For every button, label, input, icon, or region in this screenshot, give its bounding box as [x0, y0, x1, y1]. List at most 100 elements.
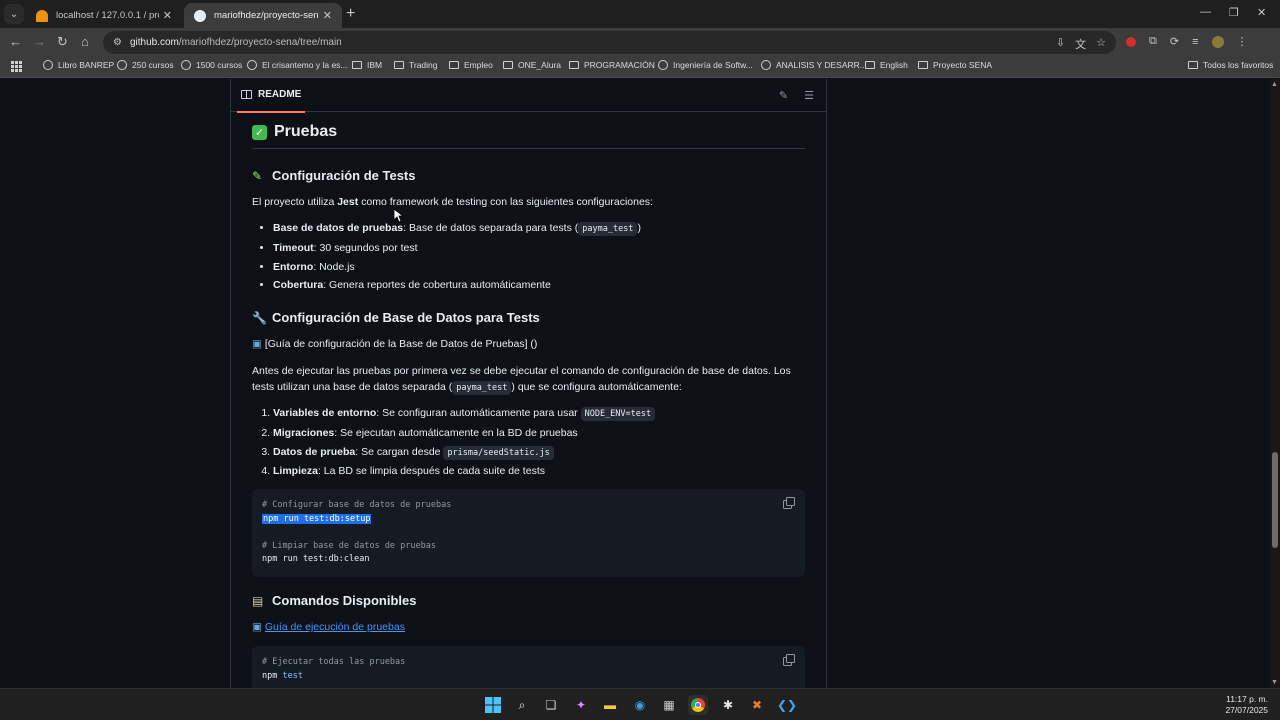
- xampp-icon[interactable]: ✖: [747, 695, 767, 715]
- tab-search-button[interactable]: ⌄: [4, 4, 24, 24]
- extension-red-icon[interactable]: [1126, 36, 1136, 47]
- clipboard-icon: ▤: [252, 593, 264, 608]
- copy-icon[interactable]: [783, 497, 795, 509]
- db-guide-text: ▣ [Guía de configuración de la Base de D…: [252, 338, 538, 350]
- list-item: Limpieza: La BD se limpia después de cad…: [273, 464, 655, 479]
- windows-start-icon[interactable]: [483, 695, 503, 715]
- edit-pencil-icon[interactable]: ✎: [779, 89, 788, 102]
- list-item: Entorno: Node.js: [273, 260, 641, 275]
- search-icon[interactable]: ⌕: [512, 695, 532, 715]
- copilot-icon[interactable]: ✦: [571, 695, 591, 715]
- windows-taskbar: ⌕ ❏ ✦ ▬ ◉ ▦ ✱ ✖ ❮❯ 11:17 p. m. 27/07/202…: [0, 688, 1280, 720]
- globe-icon: [117, 60, 127, 70]
- bookmark-item[interactable]: ANALISIS Y DESARR...: [761, 60, 867, 70]
- db-steps-list: Variables de entorno: Se configuran auto…: [273, 406, 656, 483]
- clock-time: 11:17 p. m.: [1226, 694, 1268, 704]
- folder-icon: [865, 61, 875, 69]
- wrench-icon: 🔧: [252, 310, 267, 325]
- vscode-icon[interactable]: ❮❯: [777, 695, 797, 715]
- readme-header: README ✎ ☰: [231, 79, 826, 113]
- mouse-cursor-icon: [393, 208, 403, 223]
- globe-icon: [247, 60, 257, 70]
- tab-localhost[interactable]: localhost / 127.0.0.1 / proyecto ✕: [26, 3, 182, 28]
- bookmark-item[interactable]: 250 cursos: [117, 60, 174, 70]
- new-tab-button[interactable]: +: [346, 5, 355, 23]
- scrollbar-thumb[interactable]: [1272, 452, 1278, 548]
- system-clock[interactable]: 11:17 p. m. 27/07/2025: [1225, 694, 1268, 716]
- forward-button[interactable]: →: [33, 34, 46, 50]
- chrome-icon[interactable]: [688, 695, 708, 715]
- close-icon[interactable]: ✕: [163, 9, 172, 22]
- tab-title: localhost / 127.0.0.1 / proyecto: [56, 10, 159, 21]
- book-emoji-icon: ▣: [252, 338, 262, 350]
- page-scrollbar[interactable]: ▲ ▼: [1270, 79, 1280, 688]
- code-comment: # Ejecutar todas las pruebas: [262, 657, 406, 667]
- run-guide-link[interactable]: Guía de ejecución de pruebas: [265, 621, 405, 633]
- apps-grid-icon[interactable]: [11, 61, 22, 72]
- bookmark-folder[interactable]: IBM: [352, 60, 382, 70]
- install-icon[interactable]: ⇩: [1056, 36, 1065, 52]
- bookmark-item[interactable]: 1500 cursos: [181, 60, 242, 70]
- url-text: github.com/mariofhdez/proyecto-sena/tree…: [129, 37, 342, 48]
- globe-icon: [181, 60, 191, 70]
- file-explorer-icon[interactable]: ▬: [600, 695, 620, 715]
- task-view-icon[interactable]: ❏: [541, 695, 561, 715]
- bookmark-folder[interactable]: ONE_Alura: [503, 60, 561, 70]
- check-mark-icon: ✓: [252, 124, 267, 140]
- extensions-puzzle-icon[interactable]: ⧉: [1149, 35, 1157, 48]
- copy-icon[interactable]: [783, 654, 795, 666]
- code-line: npm: [262, 670, 278, 681]
- bookmark-folder[interactable]: Trading: [394, 60, 438, 70]
- restore-button[interactable]: ❐: [1229, 6, 1239, 19]
- terminal-icon[interactable]: ✱: [718, 695, 738, 715]
- all-bookmarks-folder[interactable]: Todos los favoritos: [1188, 60, 1273, 70]
- bookmark-folder[interactable]: English: [865, 60, 908, 70]
- book-emoji-icon: ▣: [252, 621, 262, 633]
- outline-list-icon[interactable]: ☰: [804, 89, 814, 102]
- back-button[interactable]: ←: [9, 34, 22, 50]
- translate-icon[interactable]: 文: [1075, 36, 1086, 52]
- minimize-button[interactable]: —: [1200, 6, 1211, 18]
- list-item: Migraciones: Se ejecutan automáticamente…: [273, 426, 655, 441]
- readme-content: ✓ Pruebas ✎ Configuración de Tests El pr…: [252, 123, 805, 688]
- browser-toolbar: ← → ↻ ⌂ ⚙ github.com/mariofhdez/proyecto…: [0, 28, 1280, 56]
- profile-avatar[interactable]: [1211, 35, 1224, 48]
- sync-icon[interactable]: ⟳: [1170, 35, 1179, 48]
- code-arg: test: [282, 670, 303, 681]
- list-item: Cobertura: Genera reportes de cobertura …: [273, 278, 641, 293]
- code-block-db[interactable]: # Configurar base de datos de pruebas np…: [252, 489, 805, 577]
- close-window-button[interactable]: ✕: [1257, 6, 1266, 19]
- list-item: Base de datos de pruebas: Base de datos …: [273, 221, 641, 237]
- store-icon[interactable]: ▦: [659, 695, 679, 715]
- close-icon[interactable]: ✕: [323, 9, 332, 22]
- clock-date: 27/07/2025: [1225, 705, 1268, 715]
- menu-dots-icon[interactable]: ⋮: [1237, 35, 1248, 48]
- code-block-commands[interactable]: # Ejecutar todas las pruebas npm test: [252, 646, 805, 688]
- readme-tab[interactable]: README: [236, 79, 306, 113]
- globe-icon: [658, 60, 668, 70]
- bookmarks-bar: Libro BANREP 250 cursos 1500 cursos El c…: [0, 56, 1280, 78]
- readme-tab-label: README: [258, 89, 302, 100]
- home-button[interactable]: ⌂: [81, 34, 89, 50]
- intro-paragraph: El proyecto utiliza Jest como framework …: [252, 196, 653, 208]
- bookmark-star-icon[interactable]: ☆: [1096, 36, 1106, 52]
- site-info-icon[interactable]: ⚙: [113, 37, 122, 48]
- folder-icon: [352, 61, 362, 69]
- media-icon[interactable]: ≡: [1192, 36, 1198, 48]
- address-bar[interactable]: ⚙ github.com/mariofhdez/proyecto-sena/tr…: [103, 31, 1116, 54]
- tab-github[interactable]: mariofhdez/proyecto-sena ✕: [184, 3, 342, 28]
- list-item: Timeout: 30 segundos por test: [273, 241, 641, 256]
- bookmark-item[interactable]: Ingeniería de Softw...: [658, 60, 753, 70]
- db-paragraph-line2: tests utilizan una base de datos separad…: [252, 381, 682, 395]
- bookmark-folder[interactable]: Empleo: [449, 60, 493, 70]
- bookmark-folder[interactable]: Proyecto SENA: [918, 60, 992, 70]
- code-line: npm run test:db:clean: [262, 554, 370, 564]
- config-list: Base de datos de pruebas: Base de datos …: [273, 221, 641, 297]
- bookmark-item[interactable]: Libro BANREP: [43, 60, 114, 70]
- folder-icon: [918, 61, 928, 69]
- bookmark-item[interactable]: El crisantemo y la es...: [247, 60, 348, 70]
- reload-button[interactable]: ↻: [57, 34, 68, 50]
- edge-icon[interactable]: ◉: [630, 695, 650, 715]
- bookmark-folder[interactable]: PROGRAMACIÓN: [569, 60, 655, 70]
- tab-strip: ⌄ localhost / 127.0.0.1 / proyecto ✕ mar…: [0, 0, 1280, 28]
